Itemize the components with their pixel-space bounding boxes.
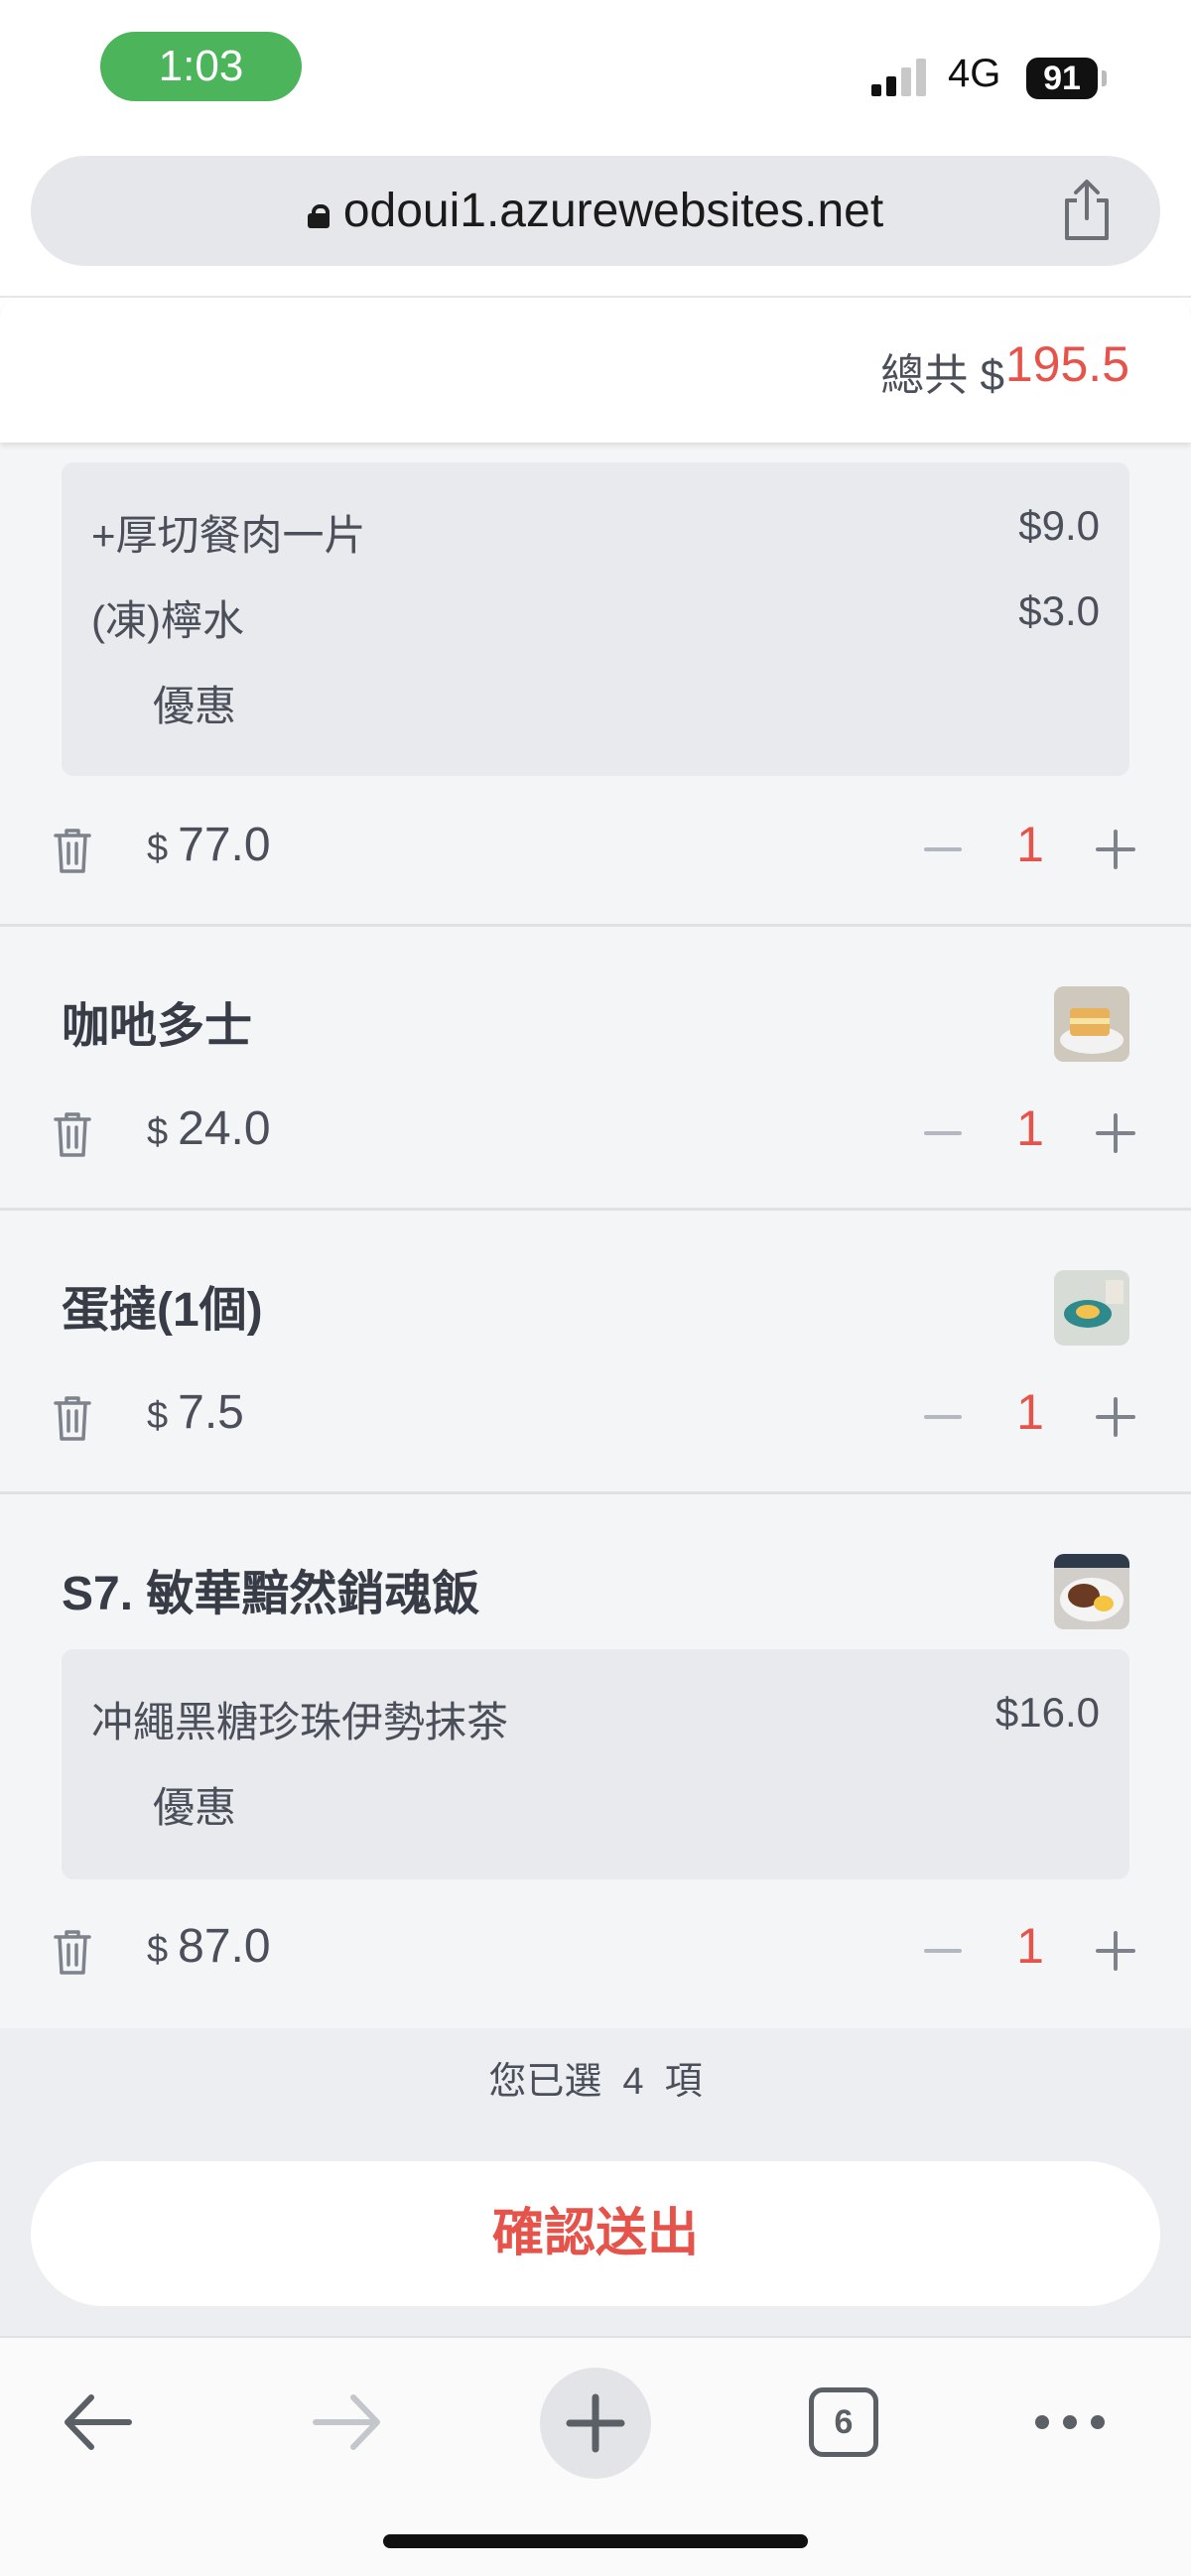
confirm-submit-button[interactable]: 確認送出 xyxy=(31,2161,1160,2306)
url-text: odoui1.azurewebsites.net xyxy=(342,185,884,237)
minus-button[interactable] xyxy=(918,820,968,879)
cart-list: +厚切餐肉一片 $9.0 (凍)檸水 $3.0 優惠 $77.0 1 咖吔多士 … xyxy=(0,443,1191,2028)
new-tab-button[interactable] xyxy=(540,2368,651,2479)
cart-item: +厚切餐肉一片 $9.0 (凍)檸水 $3.0 優惠 $77.0 1 xyxy=(0,443,1191,927)
total-label: 總共 $ xyxy=(880,351,1004,400)
battery-icon: 91 xyxy=(1026,58,1098,99)
item-price: $77.0 xyxy=(147,819,271,871)
addon-price: $16.0 xyxy=(994,1689,1100,1736)
cellular-signal-icon xyxy=(871,57,931,96)
trash-icon[interactable] xyxy=(50,1927,95,1977)
lock-icon xyxy=(307,204,330,228)
home-indicator xyxy=(383,2534,808,2548)
addon-name: +厚切餐肉一片 xyxy=(91,512,366,559)
item-thumbnail xyxy=(1054,1554,1129,1629)
tab-switcher-button[interactable]: 6 xyxy=(809,2387,878,2457)
address-bar[interactable]: odoui1.azurewebsites.net xyxy=(31,156,1160,266)
item-price: $87.0 xyxy=(147,1920,271,1973)
addon-row: 冲繩黑糖珍珠伊勢抹茶 $16.0 xyxy=(91,1689,1100,1748)
plus-button[interactable] xyxy=(1090,1921,1141,1981)
addon-row: +厚切餐肉一片 $9.0 xyxy=(91,502,1100,562)
plus-button[interactable] xyxy=(1090,820,1141,879)
trash-icon[interactable] xyxy=(50,1109,95,1159)
plus-button[interactable] xyxy=(1090,1387,1141,1447)
item-name: 咖吔多士 xyxy=(62,1000,253,1053)
share-icon[interactable] xyxy=(1059,179,1115,242)
plus-button[interactable] xyxy=(1090,1103,1141,1163)
quantity-value: 1 xyxy=(1016,1918,1044,1974)
addon-price: $3.0 xyxy=(1018,587,1100,634)
battery-cap xyxy=(1102,70,1107,86)
addon-name: (凍)檸水 xyxy=(91,597,244,644)
network-type: 4G xyxy=(948,52,1001,95)
trash-icon[interactable] xyxy=(50,1393,95,1443)
quantity-value: 1 xyxy=(1016,1384,1044,1440)
trash-icon[interactable] xyxy=(50,826,95,875)
quantity-value: 1 xyxy=(1016,817,1044,872)
cart-item: 咖吔多士 $24.0 1 xyxy=(0,927,1191,1211)
item-controls: $24.0 1 xyxy=(0,1094,1191,1173)
item-thumbnail xyxy=(1054,1270,1129,1346)
discount-label: 優惠 xyxy=(153,1784,237,1831)
addon-price: $9.0 xyxy=(1018,502,1100,549)
addon-row: (凍)檸水 $3.0 xyxy=(91,587,1100,647)
minus-button[interactable] xyxy=(918,1921,968,1981)
cart-item: S7. 敏華黯然銷魂飯 冲繩黑糖珍珠伊勢抹茶 $16.0 優惠 $87.0 1 xyxy=(0,1494,1191,2028)
discount-label: 優惠 xyxy=(153,683,237,729)
minus-button[interactable] xyxy=(918,1103,968,1163)
status-time: 1:03 xyxy=(100,32,302,101)
item-thumbnail xyxy=(1054,986,1129,1062)
status-bar: 1:03 4G 91 xyxy=(0,0,1191,149)
addon-box: 冲繩黑糖珍珠伊勢抹茶 $16.0 優惠 xyxy=(62,1649,1129,1879)
item-price: $7.5 xyxy=(147,1386,244,1439)
item-name: S7. 敏華黯然銷魂飯 xyxy=(62,1568,480,1620)
forward-arrow-icon xyxy=(313,2394,380,2450)
item-controls: $77.0 1 xyxy=(0,810,1191,889)
minus-button[interactable] xyxy=(918,1387,968,1447)
cart-item: 蛋撻(1個) $7.5 1 xyxy=(0,1211,1191,1494)
item-price: $24.0 xyxy=(147,1102,271,1155)
plus-icon xyxy=(566,2393,625,2453)
item-controls: $7.5 1 xyxy=(0,1377,1191,1457)
addon-box: +厚切餐肉一片 $9.0 (凍)檸水 $3.0 優惠 xyxy=(62,462,1129,776)
total-amount: 195.5 xyxy=(1004,336,1129,392)
quantity-value: 1 xyxy=(1016,1100,1044,1156)
more-options-icon[interactable] xyxy=(1032,2407,1108,2437)
item-name: 蛋撻(1個) xyxy=(62,1284,263,1337)
back-arrow-icon[interactable] xyxy=(60,2387,135,2457)
selected-count: 您已選 4 項 xyxy=(488,2061,703,2103)
order-total-header: 總共 $ 195.5 xyxy=(0,298,1191,443)
addon-name: 冲繩黑糖珍珠伊勢抹茶 xyxy=(91,1699,509,1745)
item-controls: $87.0 1 xyxy=(0,1911,1191,1991)
